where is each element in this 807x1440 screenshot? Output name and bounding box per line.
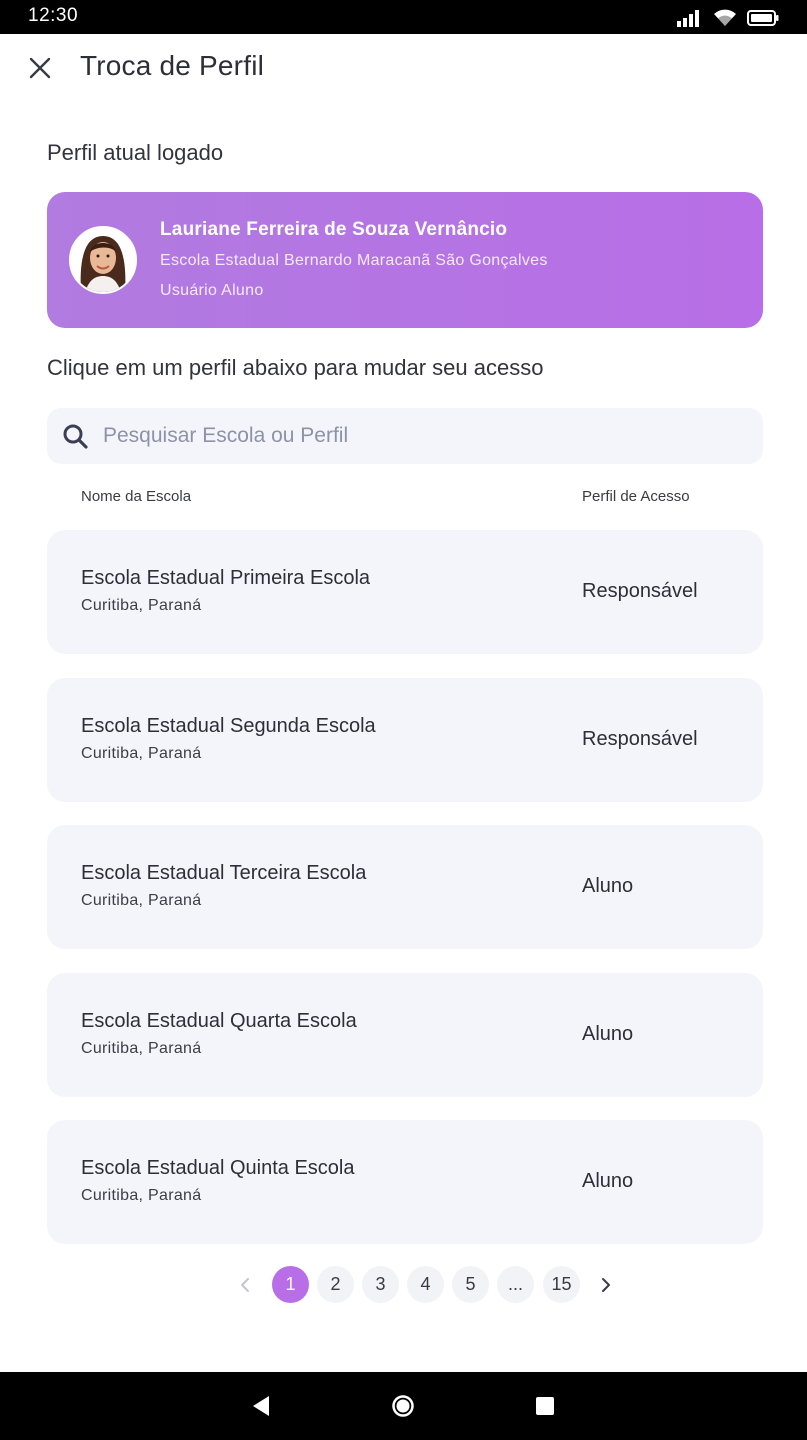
school-row[interactable]: Escola Estadual Quinta Escola Curitiba, … (47, 1120, 763, 1244)
current-profile-card: Lauriane Ferreira de Souza Vernâncio Esc… (47, 192, 763, 328)
school-city: Curitiba, Paraná (81, 892, 202, 909)
back-button[interactable] (247, 1392, 275, 1420)
school-access-profile: Aluno (582, 875, 634, 897)
school-access-profile: Aluno (582, 1022, 634, 1045)
recents-square-icon (536, 1397, 554, 1415)
school-city: Curitiba, Paraná (81, 1039, 202, 1057)
page-button-15[interactable]: 15 (543, 1266, 580, 1303)
school-city: Curitiba, Paraná (81, 1187, 202, 1204)
search-icon (63, 424, 88, 449)
school-row[interactable]: Escola Estadual Quarta Escola Curitiba, … (47, 972, 763, 1097)
wifi-icon (714, 9, 736, 26)
school-name: Escola Estadual Primeira Escola (81, 567, 371, 589)
status-time: 12:30 (28, 5, 79, 26)
avatar-image (71, 228, 135, 292)
school-list: Escola Estadual Primeira Escola Curitiba… (47, 530, 763, 1268)
school-name: Escola Estadual Segunda Escola (81, 714, 376, 737)
pagination: 1 2 3 4 5 ... 15 (0, 1266, 807, 1304)
page-button-2[interactable]: 2 (317, 1266, 354, 1303)
page-button-4[interactable]: 4 (407, 1266, 444, 1303)
school-name: Escola Estadual Quarta Escola (81, 1009, 357, 1032)
page-ellipsis: ... (497, 1266, 534, 1303)
status-bar: 12:30 (0, 0, 807, 34)
recents-button[interactable] (531, 1392, 559, 1420)
column-header-profile: Perfil de Acesso (582, 488, 690, 505)
school-access-profile: Responsável (582, 580, 698, 602)
column-header-school: Nome da Escola (81, 488, 192, 505)
battery-icon (747, 10, 779, 26)
search-box[interactable] (47, 408, 763, 464)
school-row[interactable]: Escola Estadual Segunda Escola Curitiba,… (47, 677, 763, 802)
close-icon (29, 57, 51, 79)
school-access-profile: Aluno (582, 1170, 634, 1192)
avatar (69, 226, 137, 294)
page-button-3[interactable]: 3 (362, 1266, 399, 1303)
signal-icon (677, 10, 699, 27)
chevron-right-icon (602, 1278, 610, 1292)
status-icons (677, 8, 779, 28)
profile-name: Lauriane Ferreira de Souza Vernâncio (160, 219, 508, 240)
home-circle-icon (392, 1395, 414, 1417)
chevron-left-icon (241, 1278, 249, 1292)
school-row[interactable]: Escola Estadual Primeira Escola Curitiba… (47, 530, 763, 654)
switch-profile-label: Clique em um perfil abaixo para mudar se… (47, 355, 544, 380)
school-name: Escola Estadual Terceira Escola (81, 862, 367, 884)
page-button-1[interactable]: 1 (272, 1266, 309, 1303)
school-city: Curitiba, Paraná (81, 597, 202, 614)
home-button[interactable] (389, 1392, 417, 1420)
current-profile-label: Perfil atual logado (47, 140, 224, 165)
search-input[interactable] (103, 408, 743, 464)
school-row[interactable]: Escola Estadual Terceira Escola Curitiba… (47, 825, 763, 949)
next-page-button[interactable] (588, 1266, 624, 1304)
previous-page-button[interactable] (227, 1266, 263, 1304)
close-button[interactable] (22, 50, 58, 86)
page-title: Troca de Perfil (80, 50, 265, 81)
school-access-profile: Responsável (582, 727, 698, 750)
school-city: Curitiba, Paraná (81, 744, 202, 762)
page-button-5[interactable]: 5 (452, 1266, 489, 1303)
back-triangle-icon (253, 1396, 269, 1416)
profile-school: Escola Estadual Bernardo Maracanã São Go… (160, 252, 548, 269)
navigation-bar (0, 1372, 807, 1440)
profile-role: Usuário Aluno (160, 282, 264, 299)
school-name: Escola Estadual Quinta Escola (81, 1157, 355, 1179)
